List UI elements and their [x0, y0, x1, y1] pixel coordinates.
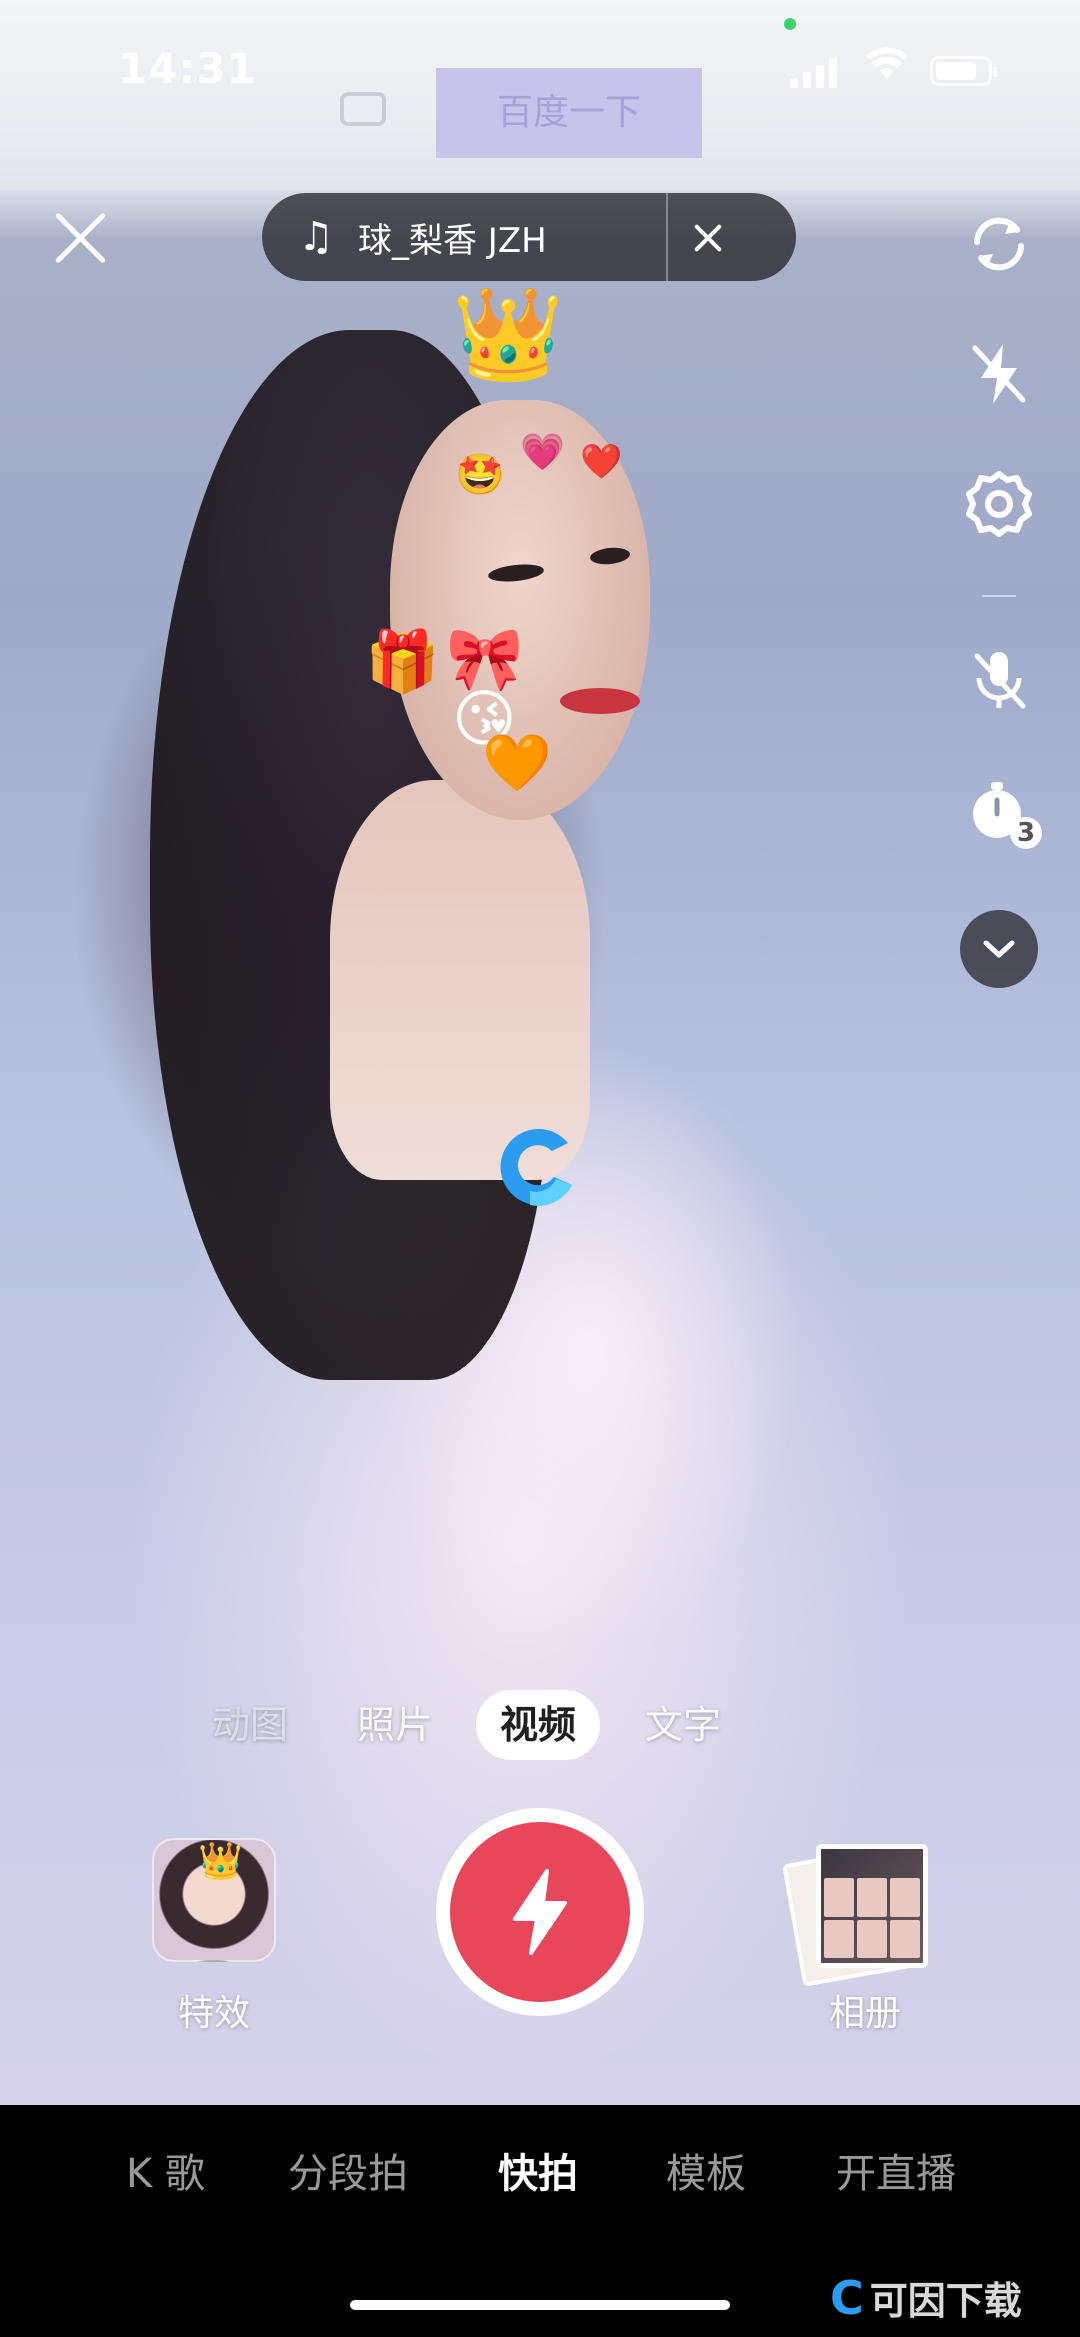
webcam-led [784, 18, 796, 30]
music-note-icon: ♫ [298, 214, 334, 260]
battery-icon [930, 56, 997, 86]
flash-off-icon[interactable] [958, 333, 1040, 415]
mode-photo-tab[interactable]: 照片 [357, 1690, 433, 1760]
timer-badge: 3 [1010, 817, 1042, 849]
gift-sticker-icon: 🎁 [365, 627, 440, 697]
tools-divider [982, 595, 1016, 597]
watermark-brand: C 可因下载 [830, 2270, 1022, 2325]
cellular-signal-icon [790, 56, 842, 88]
mic-off-icon[interactable] [958, 639, 1040, 721]
mode-gif-tab[interactable]: 动图 [212, 1690, 288, 1760]
nav-template[interactable]: 模板 [666, 2141, 746, 2199]
status-time: 14:31 [118, 44, 257, 93]
portrait-lips [560, 688, 640, 714]
mode-text-tab[interactable]: 文字 [645, 1690, 721, 1760]
laptop-screen-strip: 百度一下 [0, 0, 1080, 190]
nav-segment-shoot[interactable]: 分段拍 [288, 2141, 408, 2199]
bow-sticker-icon: 🎀 [446, 622, 524, 695]
emoji-sticker-icon: 🤩 [455, 452, 505, 498]
nav-quick-shoot[interactable]: 快拍 [498, 2141, 578, 2199]
camera-icon [340, 92, 386, 126]
effects-label: 特效 [177, 1993, 250, 2034]
settings-icon[interactable] [958, 463, 1040, 545]
heart-sticker-icon: 🧡 [482, 731, 552, 796]
watermark-text: 可因下载 [869, 2279, 1022, 2323]
effects-button[interactable]: 👑 [152, 1838, 276, 1962]
album-label: 相册 [828, 1993, 901, 2034]
mode-selector: 动图 照片 视频 文字 [0, 1690, 1080, 1760]
home-indicator[interactable] [350, 2300, 730, 2310]
album-button[interactable] [782, 1844, 928, 1987]
lightning-icon [513, 1869, 567, 1955]
wifi-icon [866, 46, 908, 90]
chevron-down-icon[interactable] [960, 910, 1038, 988]
remove-music-button[interactable] [668, 193, 748, 281]
baidu-search-button: 百度一下 [436, 68, 702, 158]
nav-go-live[interactable]: 开直播 [836, 2141, 956, 2199]
camera-preview: 百度一下 👑 🤩 💗 ❤️ 🎁 🎀 😘 🧡 [0, 0, 1080, 2105]
flip-camera-icon[interactable] [958, 203, 1040, 285]
nav-karaoke[interactable]: K 歌 [126, 2141, 205, 2199]
crown-icon: 👑 [198, 1841, 243, 1882]
music-selector[interactable]: ♫ 球_梨香 JZH [262, 193, 796, 281]
album-photo-grid [824, 1878, 920, 1958]
mode-video-tab[interactable]: 视频 [476, 1690, 601, 1760]
loading-logo-icon [490, 1115, 590, 1215]
shutter-button[interactable] [450, 1822, 630, 2002]
music-title: 球_梨香 JZH [358, 220, 547, 261]
heart-sticker-icon: ❤️ [580, 442, 623, 482]
close-icon[interactable] [50, 208, 110, 268]
crown-sticker-icon: 👑 [452, 282, 565, 387]
timer-icon[interactable]: 3 [958, 769, 1042, 851]
heart-sticker-icon: 💗 [520, 432, 565, 473]
brand-logo-icon: C [830, 2270, 864, 2325]
